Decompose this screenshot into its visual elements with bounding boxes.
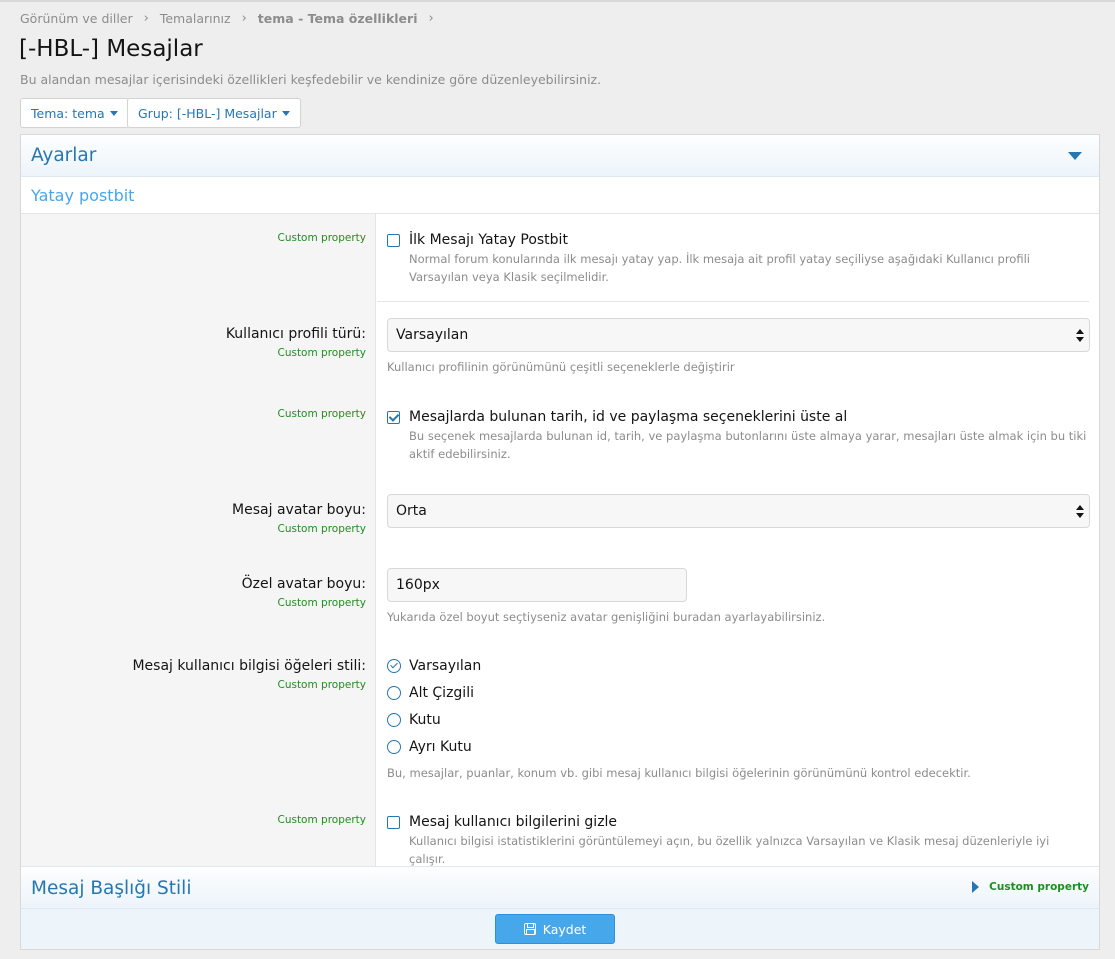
- userinfo-style-radio-default[interactable]: [387, 659, 401, 673]
- profile-type-value: Varsayılan: [396, 327, 469, 343]
- select-arrows-icon: [1076, 505, 1084, 519]
- breadcrumb-current-suffix: - Tema özellikleri: [293, 10, 418, 26]
- userinfo-style-radio-underline[interactable]: [387, 686, 401, 700]
- profile-type-select[interactable]: Varsayılan: [387, 318, 1090, 352]
- custom-property-tag: Custom property: [277, 814, 366, 826]
- hide-userinfo-hint: Kullanıcı bilgisi istatistiklerini görün…: [409, 834, 1050, 866]
- post-meta-top-label[interactable]: Mesajlarda bulunan tarih, id ve paylaşma…: [409, 409, 847, 425]
- caret-down-icon: [281, 110, 290, 116]
- page-title: [-HBL-] Mesajlar: [19, 36, 203, 62]
- section-header: Yatay postbit: [21, 177, 1099, 214]
- save-button[interactable]: Kaydet: [495, 914, 615, 944]
- first-post-horizontal-label[interactable]: İlk Mesajı Yatay Postbit: [409, 232, 568, 248]
- breadcrumb-current-theme: tema: [257, 10, 294, 26]
- userinfo-style-label: Mesaj kullanıcı bilgisi öğeleri stili:: [132, 658, 366, 674]
- profile-type-hint: Kullanıcı profilinin görünümünü çeşitli …: [387, 360, 735, 374]
- breadcrumb-item-themes[interactable]: Temalarınız: [160, 11, 231, 26]
- custom-avatar-size-input[interactable]: 160px: [387, 568, 687, 602]
- custom-property-tag: Custom property: [277, 679, 366, 691]
- custom-property-tag: Custom property: [277, 347, 366, 359]
- userinfo-style-option-underline[interactable]: Alt Çizgili: [409, 685, 474, 701]
- chevron-right-icon: ›: [241, 10, 247, 26]
- hide-userinfo-label[interactable]: Mesaj kullanıcı bilgilerini gizle: [409, 814, 617, 830]
- form-rows: Custom property İlk Mesajı Yatay Postbit…: [21, 214, 1099, 866]
- userinfo-style-option-box[interactable]: Kutu: [409, 712, 441, 728]
- post-header-style-section[interactable]: Mesaj Başlığı Stili Custom property: [21, 866, 1099, 909]
- first-post-horizontal-hint: Normal forum konularında ilk mesajı yata…: [409, 252, 1030, 284]
- custom-avatar-size-label: Özel avatar boyu:: [241, 576, 366, 592]
- triangle-right-icon: [972, 881, 980, 893]
- custom-property-tag: Custom property: [989, 881, 1089, 893]
- select-arrows-icon: [1076, 329, 1084, 343]
- custom-property-tag: Custom property: [277, 408, 366, 420]
- theme-filter-button[interactable]: Tema: tema: [20, 98, 129, 128]
- theme-filter-label: Tema: tema: [31, 105, 105, 121]
- post-header-style-expand[interactable]: Custom property: [972, 881, 1089, 893]
- custom-avatar-size-value: 160px: [396, 577, 440, 593]
- avatar-size-value: Orta: [396, 503, 427, 519]
- page-description: Bu alandan mesajlar içerisindeki özellik…: [20, 72, 602, 87]
- breadcrumb-item-appearance[interactable]: Görünüm ve diller: [20, 11, 133, 26]
- custom-property-tag: Custom property: [277, 232, 366, 244]
- group-filter-button[interactable]: Grup: [-HBL-] Mesajlar: [127, 98, 301, 128]
- row-divider: [377, 301, 1089, 302]
- collapse-toggle-icon[interactable]: [1068, 152, 1082, 160]
- userinfo-style-radio-separate-box[interactable]: [387, 740, 401, 754]
- breadcrumb-item-current[interactable]: tema - Tema özellikleri: [258, 11, 418, 26]
- avatar-size-select[interactable]: Orta: [387, 494, 1090, 528]
- caret-down-icon: [109, 110, 118, 116]
- userinfo-style-radio-box[interactable]: [387, 713, 401, 727]
- custom-property-tag: Custom property: [277, 597, 366, 609]
- settings-panel-title: Ayarlar: [31, 145, 97, 166]
- custom-property-tag: Custom property: [277, 523, 366, 535]
- userinfo-style-option-default[interactable]: Varsayılan: [409, 658, 481, 674]
- userinfo-style-hint: Bu, mesajlar, puanlar, konum vb. gibi me…: [387, 766, 971, 780]
- post-meta-top-checkbox[interactable]: [387, 411, 400, 424]
- settings-panel: Ayarlar Yatay postbit Custom property İl…: [20, 134, 1100, 950]
- first-post-horizontal-checkbox[interactable]: [387, 234, 400, 247]
- save-icon: [523, 923, 536, 935]
- top-border: [0, 0, 1115, 2]
- userinfo-style-option-separate-box[interactable]: Ayrı Kutu: [409, 739, 472, 755]
- form-footer: Kaydet: [21, 909, 1099, 949]
- post-meta-top-hint: Bu seçenek mesajlarda bulunan id, tarih,…: [409, 429, 1087, 461]
- profile-type-label: Kullanıcı profili türü:: [225, 326, 366, 342]
- post-header-style-title: Mesaj Başlığı Stili: [31, 878, 192, 899]
- chevron-right-icon: ›: [143, 10, 149, 26]
- save-button-label: Kaydet: [542, 921, 587, 937]
- hide-userinfo-checkbox[interactable]: [387, 816, 400, 829]
- breadcrumb: Görünüm ve diller › Temalarınız › tema -…: [20, 10, 445, 26]
- custom-avatar-size-hint: Yukarıda özel boyut seçtiyseniz avatar g…: [387, 610, 826, 624]
- label-column: [21, 214, 376, 866]
- chevron-right-icon: ›: [428, 10, 434, 26]
- group-filter-label: Grup: [-HBL-] Mesajlar: [138, 105, 277, 121]
- settings-panel-header[interactable]: Ayarlar: [21, 135, 1099, 177]
- section-title: Yatay postbit: [31, 186, 135, 205]
- avatar-size-label: Mesaj avatar boyu:: [232, 502, 366, 518]
